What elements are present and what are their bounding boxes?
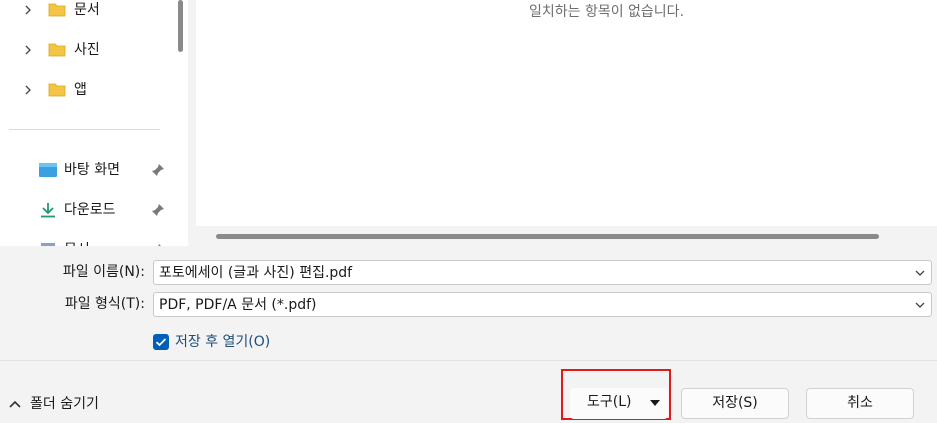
filetype-select[interactable]: PDF, PDF/A 문서 (*.pdf) (153, 292, 932, 317)
chevron-down-icon[interactable] (914, 299, 926, 311)
desktop-icon (39, 163, 57, 177)
chevron-up-icon (9, 400, 21, 408)
nav-item-label: 사진 (74, 42, 100, 58)
open-after-save-label[interactable]: 저장 후 열기(O) (175, 332, 270, 352)
empty-message: 일치하는 항목이 없습니다. (528, 4, 685, 20)
quick-access-label: 바탕 화면 (64, 162, 120, 178)
folder-icon (48, 83, 66, 97)
quick-access-label: 다운로드 (64, 202, 116, 218)
nav-item-label: 문서 (74, 2, 100, 18)
horizontal-scrollbar[interactable] (196, 226, 937, 246)
download-icon (41, 203, 55, 218)
checkmark-icon (155, 338, 167, 347)
nav-scrollbar-thumb[interactable] (178, 0, 183, 52)
nav-item-documents[interactable]: 문서 (0, 0, 172, 25)
nav-item-label: 앱 (74, 82, 87, 98)
pin-icon[interactable] (151, 163, 165, 177)
quick-access-downloads[interactable]: 다운로드 (0, 195, 172, 225)
chevron-down-icon[interactable] (914, 267, 926, 279)
hide-folders-label: 폴더 숨기기 (30, 396, 99, 412)
nav-item-apps[interactable]: 앱 (0, 75, 172, 105)
filename-field[interactable]: 포토에세이 (글과 사진) 편집.pdf (153, 260, 932, 285)
filetype-value: PDF, PDF/A 문서 (*.pdf) (159, 297, 317, 313)
nav-item-pictures[interactable]: 사진 (0, 35, 172, 65)
hide-folders-toggle[interactable]: 폴더 숨기기 (8, 394, 99, 414)
quick-access-desktop[interactable]: 바탕 화면 (0, 155, 172, 185)
document-icon (41, 243, 55, 246)
filename-value[interactable]: 포토에세이 (글과 사진) 편집.pdf (159, 263, 352, 283)
pin-icon[interactable] (151, 243, 165, 246)
navigation-pane: 문서 사진 앱 바탕 화면 다운로드 문서 (0, 0, 172, 246)
pin-icon[interactable] (151, 203, 165, 217)
nav-divider (9, 129, 160, 130)
filename-label: 파일 이름(N): (62, 264, 145, 280)
dropdown-arrow-icon (650, 400, 660, 406)
file-list-pane[interactable]: 일치하는 항목이 없습니다. (196, 0, 937, 246)
horizontal-scrollbar-thumb[interactable] (216, 234, 879, 239)
open-after-save-checkbox[interactable] (153, 334, 169, 350)
filetype-label: 파일 형식(T): (64, 296, 145, 312)
chevron-right-icon[interactable] (22, 44, 34, 56)
quick-access-label: 문서 (64, 240, 90, 246)
folder-icon (48, 3, 66, 17)
save-button[interactable]: 저장(S) (681, 388, 789, 419)
cancel-button[interactable]: 취소 (806, 388, 914, 419)
chevron-right-icon[interactable] (22, 84, 34, 96)
folder-icon (48, 43, 66, 57)
dialog-footer (0, 360, 937, 423)
tools-label: 도구(L) (587, 394, 632, 410)
nav-scrollbar[interactable] (172, 0, 188, 246)
quick-access-documents[interactable]: 문서 (0, 235, 172, 246)
chevron-right-icon[interactable] (22, 4, 34, 16)
tools-button[interactable]: 도구(L) (570, 388, 668, 419)
